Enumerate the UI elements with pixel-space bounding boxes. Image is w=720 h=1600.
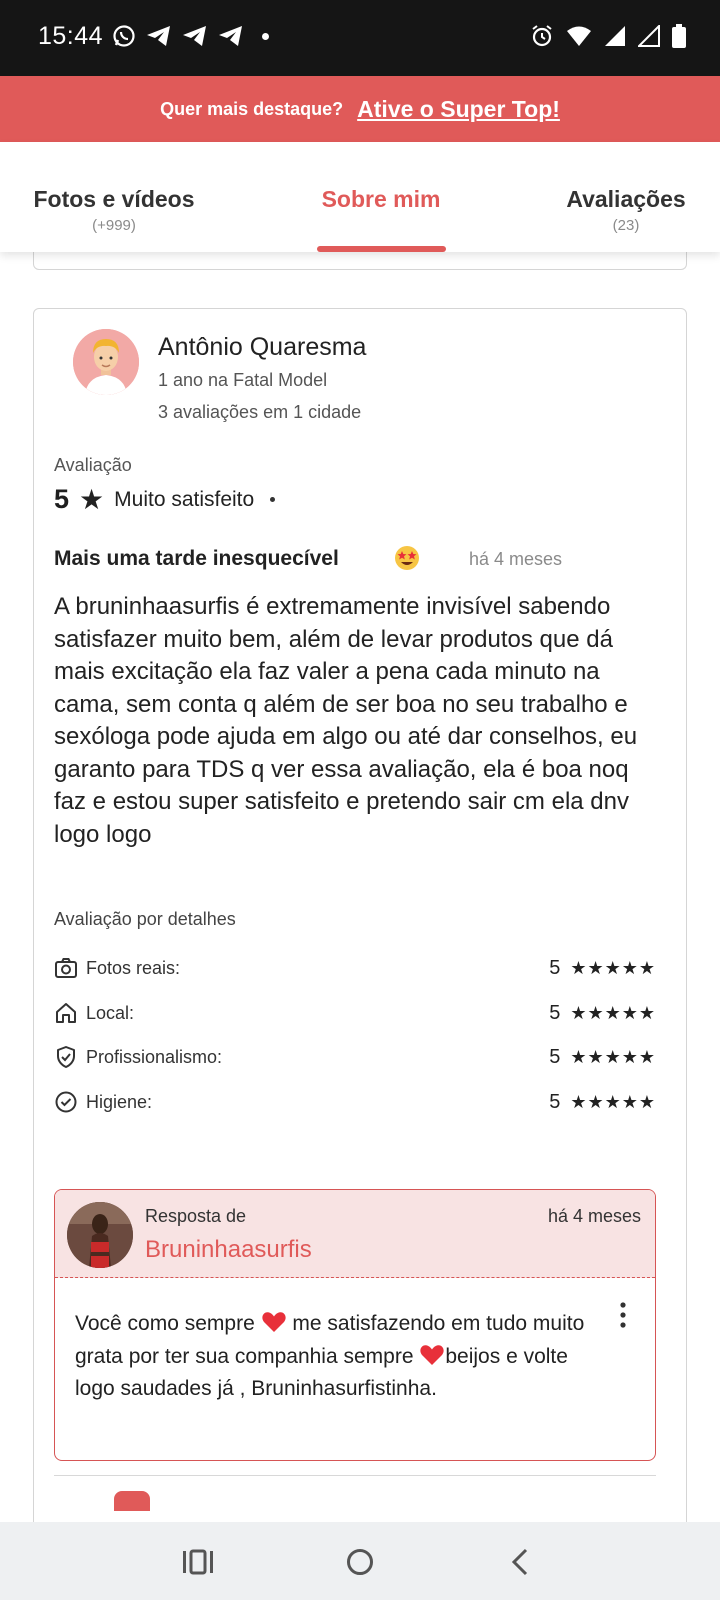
signal-icon bbox=[638, 25, 660, 47]
signal-icon bbox=[605, 26, 625, 46]
reply-box: Resposta de Bruninhaasurfis há 4 meses V… bbox=[54, 1189, 656, 1461]
review-title: Mais uma tarde inesquecível bbox=[54, 547, 339, 570]
detail-stars: ★★★★★ bbox=[570, 1091, 656, 1112]
telegram-icon bbox=[147, 26, 170, 46]
detail-label: Higiene: bbox=[86, 1091, 153, 1112]
alarm-icon bbox=[532, 25, 552, 47]
review-card: Antônio Quaresma 1 ano na Fatal Model 3 … bbox=[33, 308, 687, 1600]
tab-avaliacoes[interactable]: Avaliações (23) bbox=[562, 186, 690, 234]
reply-header: Resposta de Bruninhaasurfis há 4 meses bbox=[55, 1190, 655, 1278]
tab-label: Fotos e vídeos bbox=[33, 186, 195, 212]
super-top-link[interactable]: Ative o Super Top! bbox=[357, 96, 560, 123]
reply-author-name[interactable]: Bruninhaasurfis bbox=[145, 1236, 312, 1264]
more-notifications-dot bbox=[262, 32, 269, 40]
promo-question: Quer mais destaque? bbox=[160, 98, 344, 119]
more-options-icon[interactable] bbox=[613, 1300, 633, 1330]
review-divider bbox=[54, 1475, 656, 1476]
battery-icon bbox=[672, 24, 686, 48]
detail-row-fotos-reais: Fotos reais: 5 ★★★★★ bbox=[54, 953, 656, 983]
tab-label: Sobre mim bbox=[321, 186, 441, 212]
tab-count: (23) bbox=[612, 217, 640, 234]
active-tab-indicator bbox=[317, 246, 446, 252]
tab-fotos-videos[interactable]: Fotos e vídeos (+999) bbox=[32, 186, 196, 234]
detail-row-profissionalismo: Profissionalismo: 5 ★★★★★ bbox=[54, 1042, 656, 1072]
detail-label: Profissionalismo: bbox=[86, 1046, 223, 1067]
system-icons bbox=[530, 24, 686, 48]
reviewer-avatar[interactable] bbox=[73, 329, 139, 395]
next-item-partial bbox=[114, 1491, 150, 1511]
reply-from-label: Resposta de bbox=[145, 1206, 247, 1226]
tab-sobre-mim[interactable]: Sobre mim bbox=[311, 186, 451, 213]
reply-time: há 4 meses bbox=[547, 1206, 641, 1226]
details-label: Avaliação por detalhes bbox=[54, 909, 236, 929]
red-heart-emoji bbox=[420, 1344, 444, 1365]
profile-tabs: Fotos e vídeos (+999) Sobre mim Avaliaçõ… bbox=[0, 142, 720, 252]
whatsapp-icon bbox=[113, 25, 135, 47]
wifi-icon bbox=[567, 26, 591, 46]
detail-stars: ★★★★★ bbox=[570, 957, 656, 978]
tab-label: Avaliações bbox=[566, 186, 686, 212]
rating-value: 5 bbox=[54, 484, 70, 514]
system-nav-bar bbox=[0, 1522, 720, 1600]
rating-text: Muito satisfeito bbox=[114, 487, 255, 511]
shield-check-icon bbox=[57, 1046, 75, 1068]
tab-count: (+999) bbox=[92, 217, 136, 234]
home-circle-icon[interactable] bbox=[340, 1542, 380, 1582]
overall-rating: 5 ★ Muito satisfeito bbox=[54, 483, 276, 516]
check-circle-icon bbox=[55, 1091, 77, 1113]
reviewer-name[interactable]: Antônio Quaresma bbox=[158, 333, 366, 362]
red-heart-emoji bbox=[261, 1312, 286, 1332]
reply-author-avatar[interactable] bbox=[67, 1202, 133, 1268]
telegram-icon bbox=[183, 26, 206, 46]
detail-label: Fotos reais: bbox=[86, 957, 181, 978]
camera-icon bbox=[55, 958, 77, 978]
notification-icons bbox=[112, 24, 269, 48]
reviewer-member-since: 1 ano na Fatal Model bbox=[158, 370, 328, 390]
recent-apps-icon[interactable] bbox=[178, 1542, 218, 1582]
detail-value: 5 bbox=[549, 1090, 561, 1113]
back-icon[interactable] bbox=[501, 1542, 541, 1582]
reviewer-reviews-count: 3 avaliações em 1 cidade bbox=[158, 402, 362, 422]
detail-value: 5 bbox=[549, 956, 561, 979]
detail-value: 5 bbox=[549, 1045, 561, 1068]
reply-text-part: Você como sempre bbox=[75, 1312, 261, 1335]
detail-stars: ★★★★★ bbox=[570, 1002, 656, 1023]
detail-stars: ★★★★★ bbox=[570, 1046, 656, 1067]
promo-banner: Quer mais destaque? Ative o Super Top! bbox=[0, 76, 720, 142]
star-icon: ★ bbox=[79, 484, 105, 515]
detail-row-local: Local: 5 ★★★★★ bbox=[54, 998, 656, 1028]
status-time: 15:44 bbox=[38, 22, 104, 50]
rating-label: Avaliação bbox=[54, 455, 132, 475]
review-time: há 4 meses bbox=[469, 549, 563, 569]
reply-body: Você como sempre me satisfazendo em tudo… bbox=[75, 1308, 595, 1406]
status-bar: 15:44 bbox=[0, 0, 720, 76]
review-body: A bruninhaasurfis é extremamente invisív… bbox=[54, 593, 638, 848]
detail-label: Local: bbox=[86, 1002, 135, 1023]
separator-dot bbox=[270, 497, 276, 502]
detail-row-higiene: Higiene: 5 ★★★★★ bbox=[54, 1087, 656, 1117]
home-icon bbox=[56, 1003, 76, 1023]
telegram-icon bbox=[219, 26, 242, 46]
star-struck-emoji bbox=[395, 546, 419, 570]
detail-value: 5 bbox=[549, 1001, 561, 1024]
